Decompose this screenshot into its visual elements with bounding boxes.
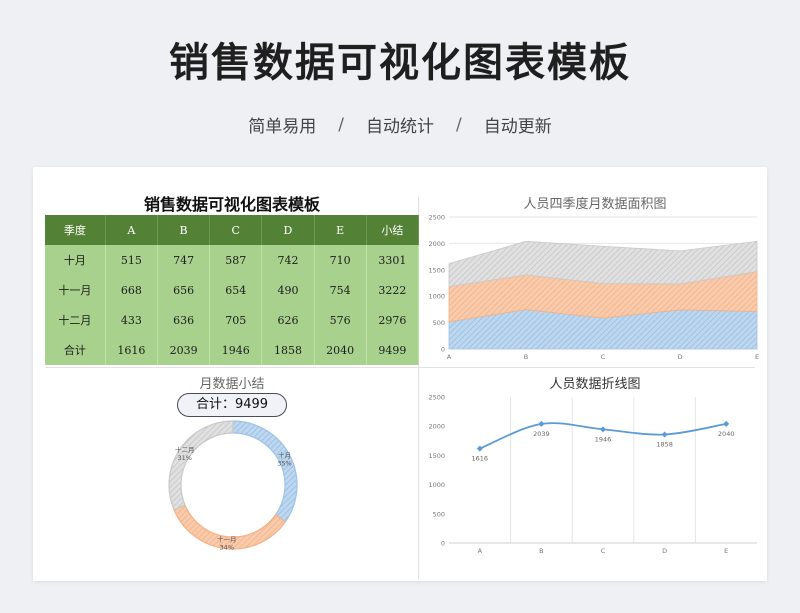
area-chart: 0 500 1000 1500 2000 2500 A B C D E	[428, 214, 759, 362]
x-tick-label: C	[601, 353, 606, 361]
x-tick-label: E	[755, 353, 759, 361]
data-point-marker	[476, 445, 483, 452]
x-tick-label: D	[662, 547, 667, 555]
table-cell[interactable]: 747	[157, 245, 211, 275]
donut-slice	[168, 420, 234, 511]
table-cell[interactable]: 合计	[45, 335, 106, 365]
table-cell[interactable]: 3301	[366, 245, 420, 275]
slice-percent-label: 31%	[177, 454, 191, 462]
table-cell[interactable]: 490	[261, 275, 315, 305]
table-title: 销售数据可视化图表模板	[143, 195, 320, 214]
data-point-marker	[661, 431, 668, 438]
table-cell[interactable]: 2976	[366, 305, 420, 335]
table-row: 十月 515 747 587 742 710 3301	[45, 245, 420, 275]
spreadsheet-preview: 销售数据可视化图表模板 季度 A B C D E 小结 十月 515 747 5…	[33, 167, 767, 581]
table-cell[interactable]: 754	[314, 275, 367, 305]
column-header: 季度	[45, 215, 106, 245]
feature-tags: 简单易用 / 自动统计 / 自动更新	[0, 112, 800, 138]
slice-name-label: 十月	[278, 450, 291, 459]
sales-table: 季度 A B C D E 小结 十月 515 747 587 742 710 3…	[45, 215, 420, 365]
y-tick-label: 0	[441, 346, 445, 354]
data-label: 1858	[656, 440, 673, 448]
table-cell[interactable]: 654	[209, 275, 263, 305]
y-tick-label: 500	[433, 510, 445, 518]
y-tick-label: 2000	[428, 423, 445, 431]
data-point-marker	[723, 420, 730, 427]
column-header: C	[209, 215, 263, 245]
table-header-row: 季度 A B C D E 小结	[45, 215, 420, 245]
table-cell[interactable]: 656	[157, 275, 211, 305]
y-tick-label: 2000	[428, 240, 445, 248]
table-cell[interactable]: 710	[314, 245, 367, 275]
donut-slice	[232, 420, 298, 523]
table-row: 十二月 433 636 705 626 576 2976	[45, 305, 420, 335]
table-cell[interactable]: 668	[105, 275, 158, 305]
table-cell[interactable]: 2040	[314, 335, 367, 365]
y-tick-label: 0	[441, 540, 445, 548]
tag-auto-stat: 自动统计	[366, 117, 434, 137]
donut-chart: 十月35% 十一月34% 十二月31%	[168, 420, 298, 552]
y-tick-label: 1500	[428, 452, 445, 460]
table-cell[interactable]: 9499	[366, 335, 420, 365]
data-point-marker	[538, 420, 545, 427]
table-cell[interactable]: 1946	[209, 335, 263, 365]
slice-name-label: 十二月	[175, 445, 195, 454]
y-tick-label: 500	[433, 319, 445, 327]
column-header: D	[261, 215, 315, 245]
table-cell[interactable]: 3222	[366, 275, 420, 305]
table-cell[interactable]: 626	[261, 305, 315, 335]
table-cell[interactable]: 433	[105, 305, 158, 335]
table-cell[interactable]: 十一月	[45, 275, 106, 305]
x-tick-label: C	[601, 547, 606, 555]
data-label: 1616	[472, 455, 489, 463]
table-cell[interactable]: 705	[209, 305, 263, 335]
x-tick-label: D	[677, 353, 682, 361]
x-tick-label: A	[478, 547, 483, 555]
column-header: B	[157, 215, 211, 245]
line-chart: 0 500 1000 1500 2000 2500 A B C D E 1616 2039 1946 185…	[428, 394, 757, 555]
table-cell[interactable]: 587	[209, 245, 263, 275]
x-tick-label: B	[524, 353, 528, 361]
data-label: 1946	[595, 435, 612, 443]
y-tick-label: 2500	[428, 394, 445, 402]
donut-chart-title: 月数据小结	[199, 377, 265, 392]
column-header: A	[105, 215, 158, 245]
data-label: 2039	[533, 430, 550, 438]
y-tick-label: 1000	[428, 293, 445, 301]
page-title: 销售数据可视化图表模板	[169, 40, 631, 86]
y-tick-label: 1000	[428, 481, 445, 489]
table-cell[interactable]: 十二月	[45, 305, 106, 335]
tag-separator: /	[338, 114, 344, 135]
divider-horizontal	[45, 367, 755, 368]
tag-auto-update: 自动更新	[483, 117, 552, 137]
table-cell[interactable]: 515	[105, 245, 158, 275]
table-cell[interactable]: 2039	[157, 335, 211, 365]
slice-percent-label: 34%	[220, 544, 234, 552]
x-tick-label: B	[539, 547, 543, 555]
tag-easy: 简单易用	[248, 117, 317, 137]
table-cell[interactable]: 十月	[45, 245, 106, 275]
y-tick-label: 2500	[428, 214, 445, 222]
data-label: 2040	[718, 430, 735, 438]
slice-name-label: 十一月	[217, 535, 237, 544]
table-row: 十一月 668 656 654 490 754 3222	[45, 275, 420, 305]
column-header: 小结	[366, 215, 420, 245]
table-cell[interactable]: 636	[157, 305, 211, 335]
data-point-marker	[600, 426, 606, 433]
slice-percent-label: 35%	[277, 459, 291, 467]
x-tick-label: A	[447, 353, 452, 361]
table-cell[interactable]: 742	[261, 245, 315, 275]
tag-separator: /	[456, 114, 462, 135]
table-total-row: 合计 1616 2039 1946 1858 2040 9499	[45, 335, 420, 365]
table-cell[interactable]: 1616	[105, 335, 158, 365]
table-cell[interactable]: 576	[314, 305, 367, 335]
table-cell[interactable]: 1858	[261, 335, 315, 365]
column-header: E	[314, 215, 367, 245]
x-tick-label: E	[724, 547, 728, 555]
y-tick-label: 1500	[428, 266, 445, 274]
total-badge: 合计：9499	[177, 393, 287, 417]
